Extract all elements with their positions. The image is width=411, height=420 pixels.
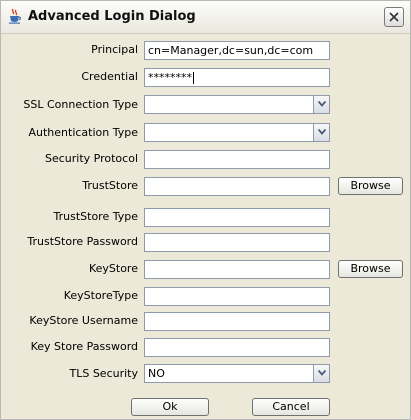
keystore-username-label: KeyStore Username <box>29 314 138 327</box>
credential-value: ******** <box>148 71 192 84</box>
chevron-down-icon <box>318 129 326 135</box>
security-protocol-field[interactable] <box>144 150 330 169</box>
tls-security-select[interactable]: NO <box>144 364 330 383</box>
principal-label: Principal <box>91 43 138 56</box>
key-store-password-field[interactable] <box>144 338 330 357</box>
authentication-type-dropdown-button[interactable] <box>313 124 329 141</box>
truststore-password-field[interactable] <box>144 233 330 252</box>
window-title: Advanced Login Dialog <box>28 9 196 24</box>
advanced-login-dialog: Advanced Login Dialog Principal cn=Manag… <box>0 0 411 420</box>
ssl-connection-type-label: SSL Connection Type <box>23 98 138 111</box>
principal-value: cn=Manager,dc=sun,dc=com <box>148 44 314 57</box>
authentication-type-select[interactable] <box>144 123 330 142</box>
credential-password-field[interactable]: ******** <box>144 68 330 87</box>
close-icon <box>389 12 399 22</box>
ssl-connection-type-select[interactable] <box>144 95 330 114</box>
java-cup-icon <box>8 8 22 24</box>
truststore-type-field[interactable] <box>144 208 330 227</box>
truststore-field[interactable] <box>144 177 330 196</box>
keystore-type-label: KeyStoreType <box>63 289 138 302</box>
keystore-username-field[interactable] <box>144 312 330 331</box>
truststore-label: TrustStore <box>82 179 138 192</box>
ssl-connection-type-dropdown-button[interactable] <box>313 96 329 113</box>
tls-security-dropdown-button[interactable] <box>313 365 329 382</box>
truststore-type-label: TrustStore Type <box>53 210 138 223</box>
tls-security-label: TLS Security <box>69 367 139 380</box>
truststore-password-label: TrustStore Password <box>27 235 138 248</box>
cancel-button[interactable]: Cancel <box>252 398 330 416</box>
keystore-type-field[interactable] <box>144 287 330 306</box>
tls-security-value: NO <box>148 367 165 380</box>
principal-field[interactable]: cn=Manager,dc=sun,dc=com <box>144 41 330 60</box>
browse-keystore-button[interactable]: Browse <box>338 260 403 278</box>
key-store-password-label: Key Store Password <box>30 340 138 353</box>
security-protocol-label: Security Protocol <box>45 152 138 165</box>
credential-label: Credential <box>81 70 138 83</box>
chevron-down-icon <box>318 101 326 107</box>
keystore-label: KeyStore <box>88 262 138 275</box>
browse-truststore-button[interactable]: Browse <box>338 177 403 195</box>
title-bar[interactable]: Advanced Login Dialog <box>1 1 410 34</box>
keystore-field[interactable] <box>144 260 330 279</box>
chevron-down-icon <box>318 370 326 376</box>
authentication-type-label: Authentication Type <box>28 126 138 139</box>
close-button[interactable] <box>384 7 404 27</box>
ok-button[interactable]: Ok <box>131 398 209 416</box>
text-caret <box>193 72 194 84</box>
